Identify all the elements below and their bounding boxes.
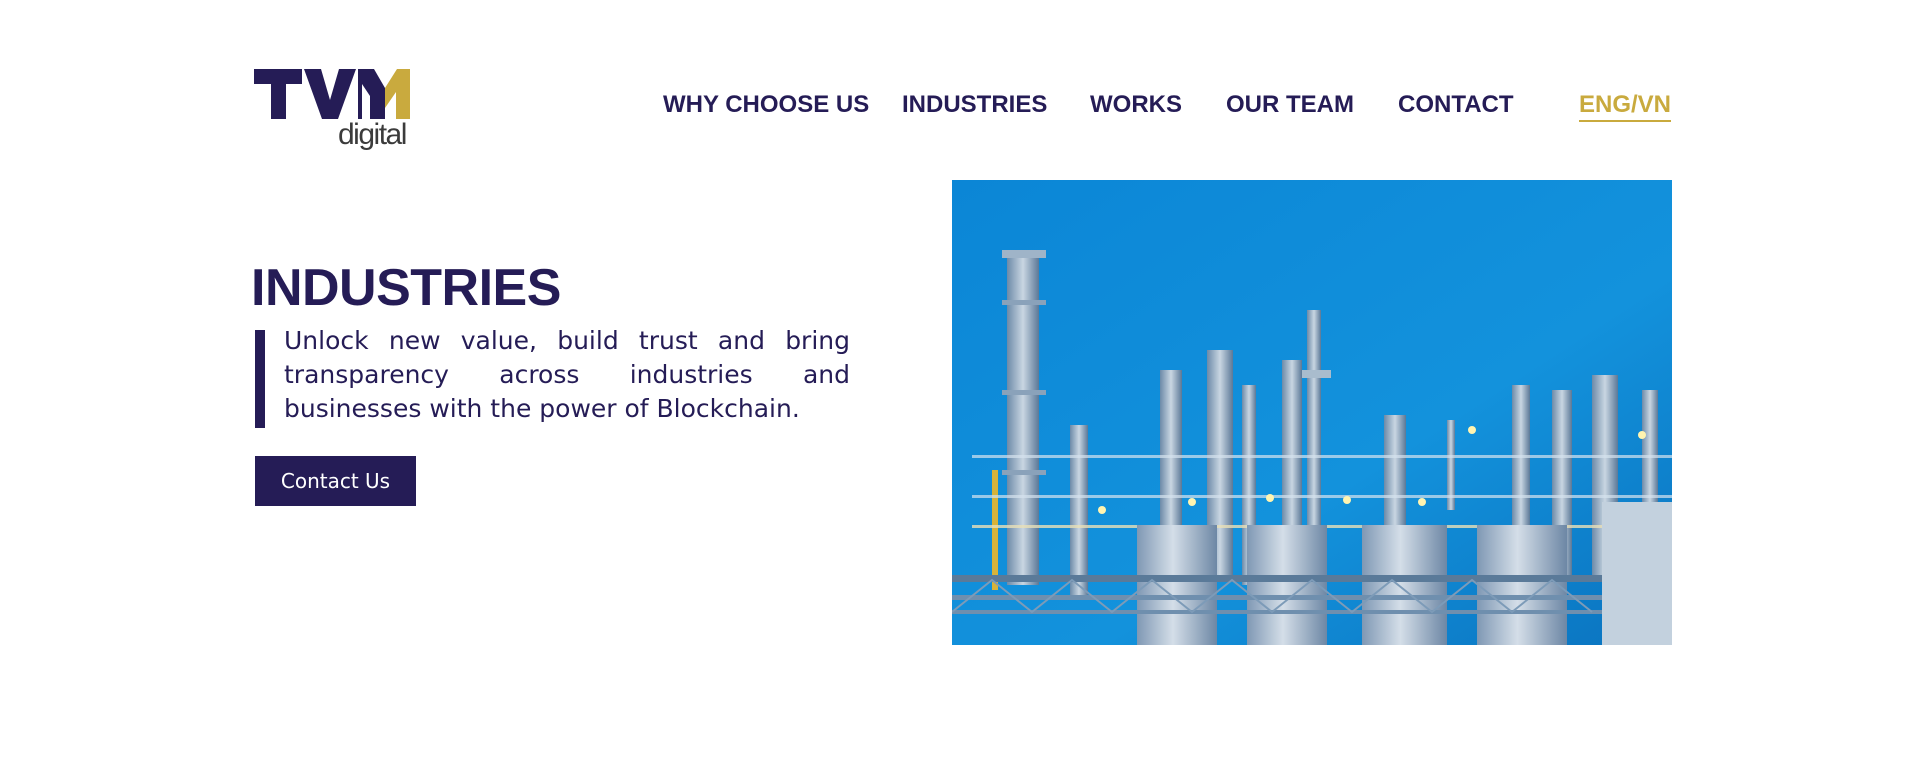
language-switcher[interactable]: ENG/VN [1579, 90, 1672, 122]
nav-industries[interactable]: INDUSTRIES [902, 90, 1047, 120]
page-title: INDUSTRIES [251, 259, 561, 317]
hero-description: Unlock new value, build trust and bring … [284, 326, 850, 423]
accent-bar [255, 330, 265, 428]
main-nav: WHY CHOOSE US INDUSTRIES WORKS OUR TEAM … [0, 90, 1920, 122]
nav-why-choose-us[interactable]: WHY CHOOSE US [663, 90, 869, 120]
logo-subtitle: digital [338, 118, 407, 151]
nav-our-team[interactable]: OUR TEAM [1226, 90, 1354, 120]
hero-image [952, 180, 1672, 645]
nav-works[interactable]: WORKS [1090, 90, 1182, 120]
refinery-illustration [952, 180, 1672, 645]
nav-contact[interactable]: CONTACT [1398, 90, 1514, 120]
contact-us-button[interactable]: Contact Us [255, 456, 416, 506]
